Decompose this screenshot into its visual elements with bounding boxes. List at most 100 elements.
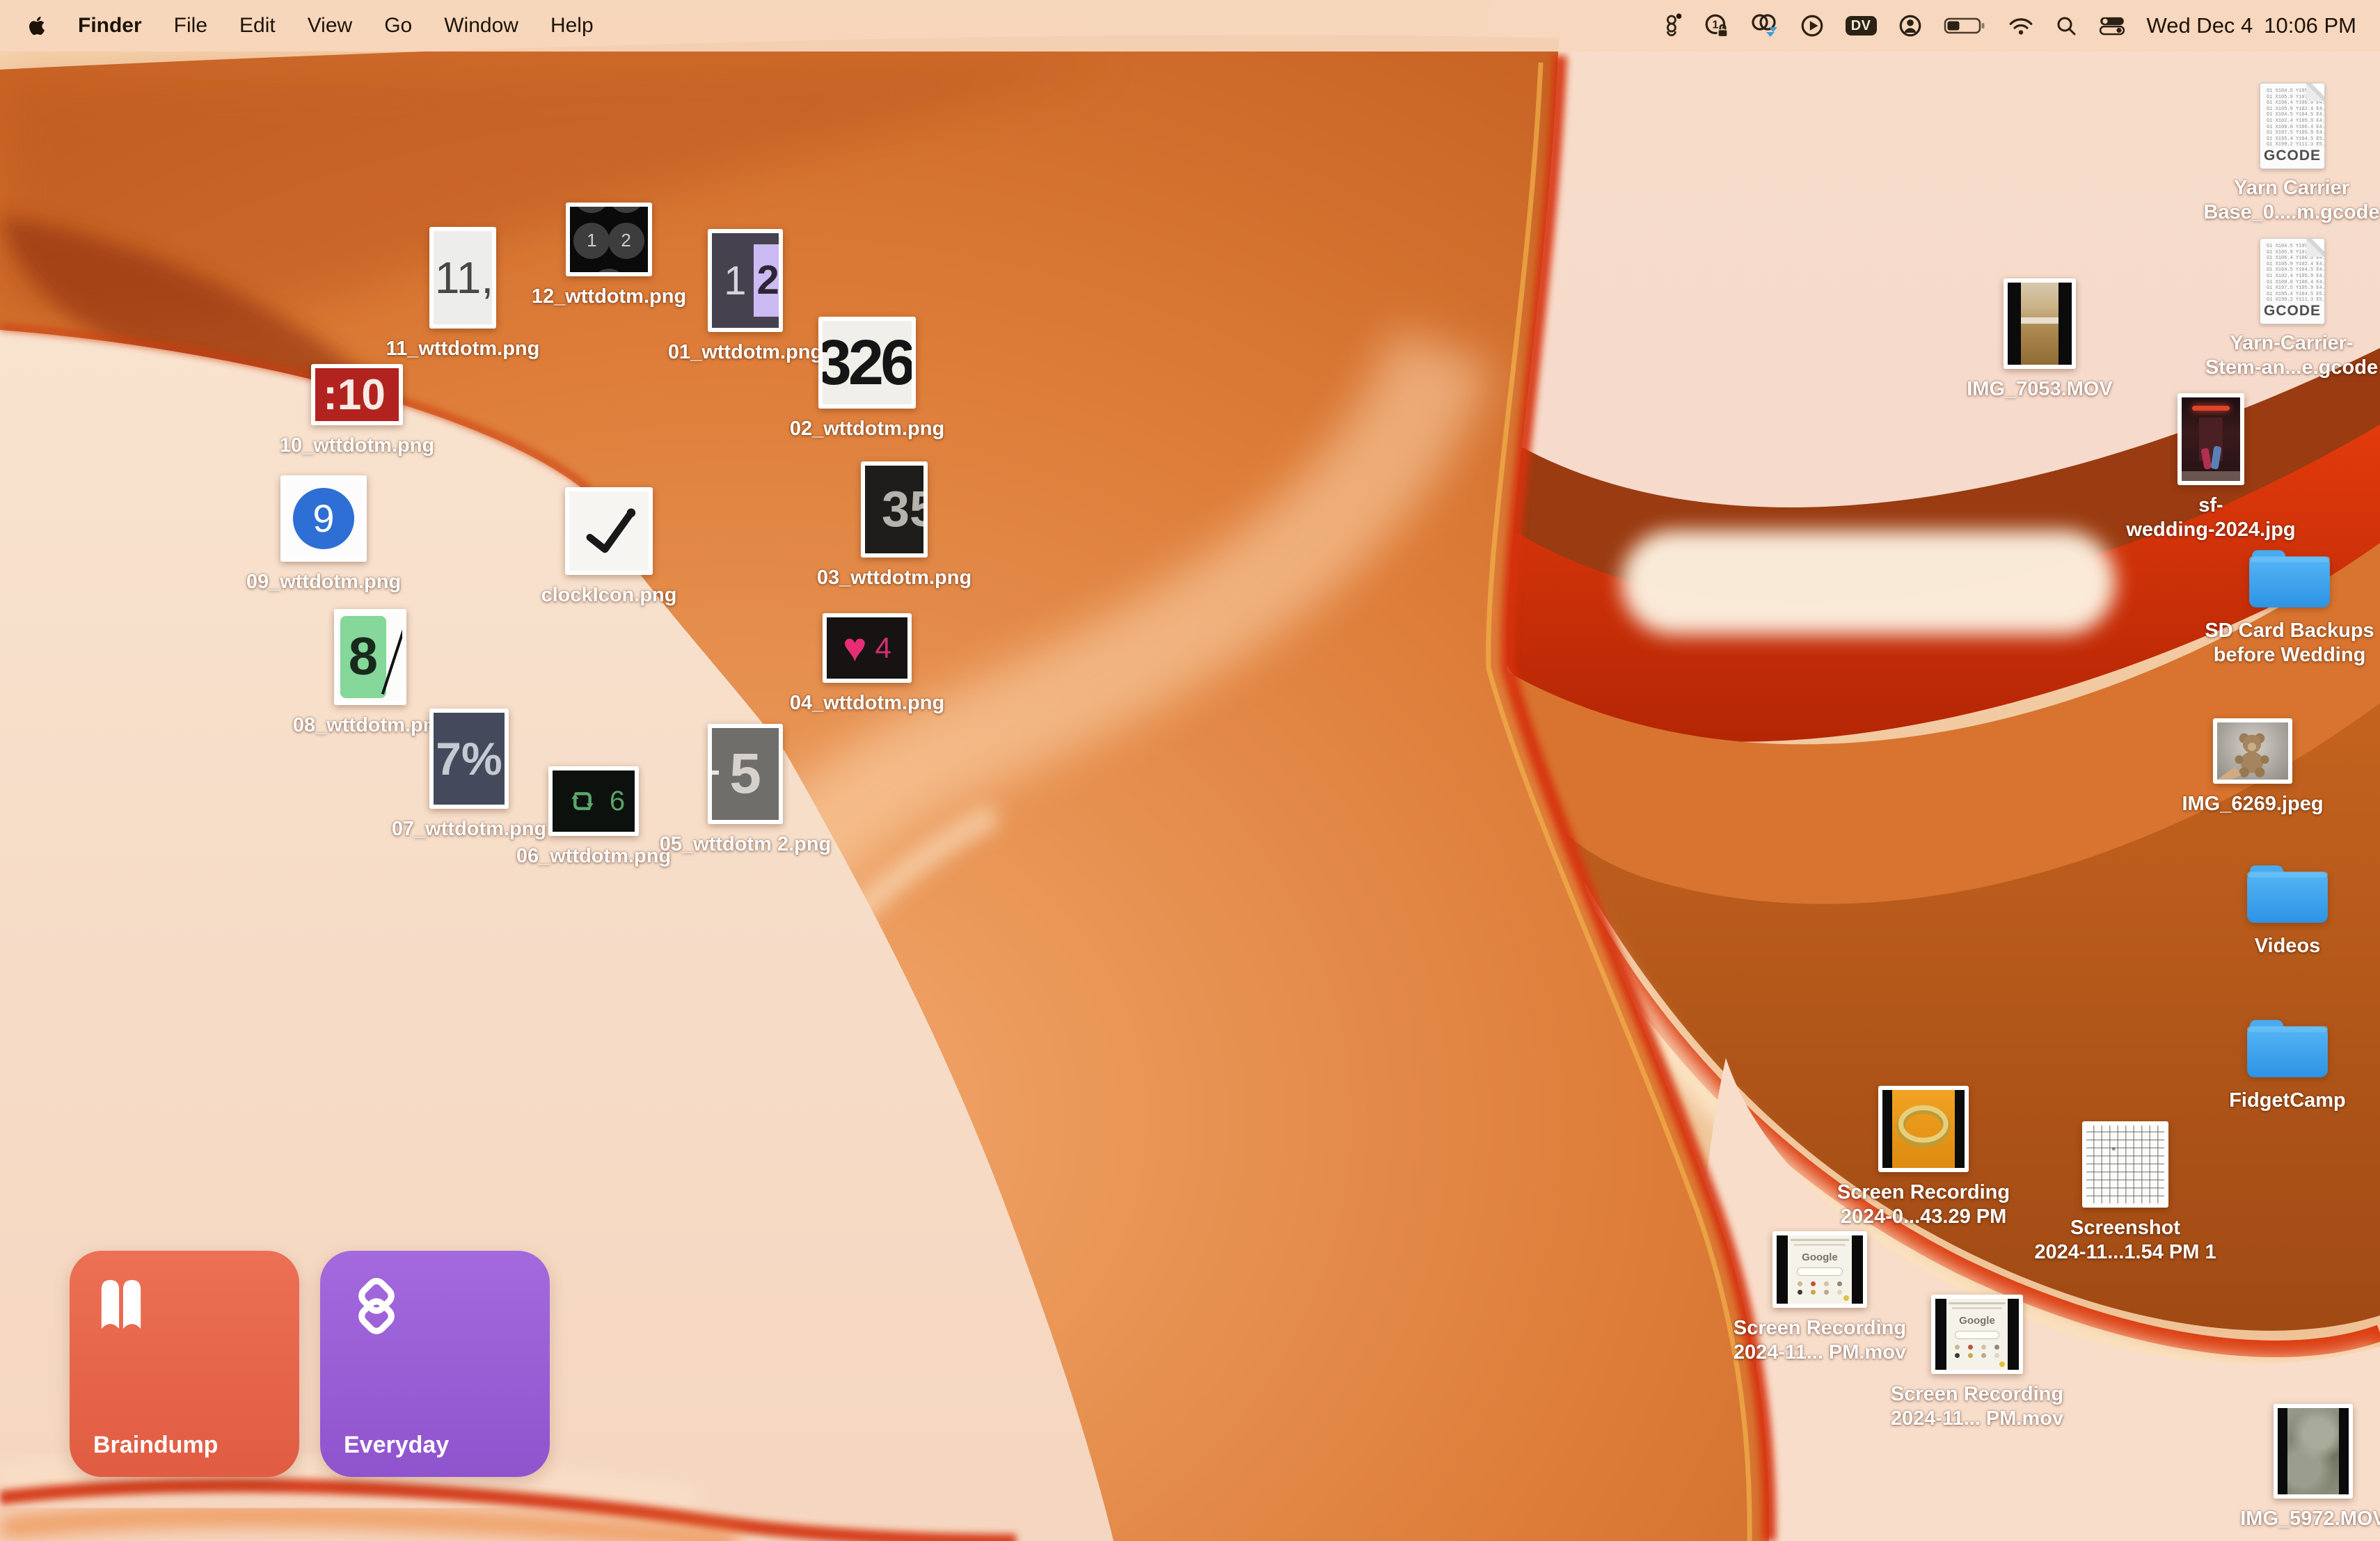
menu-time: 10:06 PM <box>2264 13 2356 38</box>
menu-clock[interactable]: Wed Dec 4 10:06 PM <box>2147 13 2356 38</box>
google-logo-text: Google <box>1802 1251 1838 1263</box>
file-label: SD Card Backupsbefore Wedding <box>2205 619 2374 667</box>
file-thumbnail <box>2082 1121 2168 1208</box>
file-label-line: 02_wttdotm.png <box>790 417 944 441</box>
thumbnail-text: 1 <box>724 258 746 304</box>
play-circle-icon[interactable] <box>1800 13 1825 38</box>
file-clockIcon_png[interactable]: clockIcon.png <box>498 487 720 608</box>
thumbnail-text-2: 2 <box>757 257 779 303</box>
file-label-line: 10_wttdotm.png <box>280 434 434 458</box>
gcode-line: G1 X195.4 Y104.5 E5.095 <box>2267 136 2324 143</box>
thumbnail-text: 35 <box>882 481 928 538</box>
google-logo-text: Google <box>1959 1315 1995 1327</box>
file-IMG_5972_MOV[interactable]: IMG_5972.MOV <box>2202 1404 2380 1531</box>
file-label: 05_wttdotm 2.png <box>660 832 832 857</box>
file-screen_recording_4329[interactable]: Screen Recording2024-0...43.29 PM <box>1812 1086 2035 1229</box>
file-label: IMG_6269.jpeg <box>2182 792 2323 816</box>
dv-badge[interactable]: DV <box>1846 16 1877 35</box>
file-screenshot_154[interactable]: Screenshot2024-11...1.54 PM 1 <box>2014 1121 2237 1265</box>
file-09_wttdotm_png[interactable]: 9 09_wttdotm.png <box>212 475 435 594</box>
file-label-line: IMG_6269.jpeg <box>2182 792 2323 816</box>
sync-rings-icon[interactable] <box>1750 13 1779 39</box>
file-thumbnail: 8 <box>334 609 406 705</box>
google-page: Google <box>1946 1299 2008 1370</box>
file-label: Screenshot2024-11...1.54 PM 1 <box>2034 1216 2216 1265</box>
pattern-grid <box>2086 1125 2164 1203</box>
widget-everyday[interactable]: Everyday <box>320 1251 550 1477</box>
thumbnail-panel: 8 <box>340 616 386 698</box>
onepassword-icon[interactable]: 1 <box>1704 13 1729 38</box>
gcode-document-icon: G1 X104.5 Y195.4G1 X105.9 Y197.5G1 X106.… <box>2260 238 2325 324</box>
file-label-line: Yarn Carrier <box>2203 176 2379 200</box>
google-page: Google <box>1788 1235 1852 1304</box>
file-05_wttdotm_2_png[interactable]: 5 05_wttdotm 2.png <box>634 724 857 857</box>
menu-window[interactable]: Window <box>444 14 518 38</box>
thumbnail-text: 11, <box>435 252 493 303</box>
book-icon <box>97 1276 145 1336</box>
gcode-badge: GCODE <box>2260 303 2324 319</box>
menu-edit[interactable]: Edit <box>239 14 276 38</box>
menu-app-name[interactable]: Finder <box>78 14 142 38</box>
file-label: 02_wttdotm.png <box>790 417 944 441</box>
spotlight-search-icon[interactable] <box>2055 15 2077 37</box>
menu-go[interactable]: Go <box>384 14 412 38</box>
file-label: Screen Recording2024-11... PM.mov <box>1891 1382 2063 1431</box>
file-thumbnail: Google <box>1931 1295 2023 1374</box>
folder-icon <box>2244 1015 2331 1080</box>
account-icon[interactable] <box>1898 13 1923 38</box>
file-label: sf-wedding-2024.jpg <box>2126 493 2295 542</box>
file-label: Videos <box>2255 934 2321 958</box>
file-IMG_6269_jpeg[interactable]: IMG_6269.jpeg <box>2141 718 2364 816</box>
file-thumbnail <box>2244 1015 2331 1080</box>
file-IMG_7053_MOV[interactable]: IMG_7053.MOV <box>1928 278 2151 402</box>
file-folder_sd_card_backups[interactable]: SD Card Backupsbefore Wedding <box>2178 545 2380 667</box>
neon-sign <box>2192 406 2230 411</box>
menu-bar: Finder File Edit View Go Window Help 1 <box>0 0 2380 52</box>
gcode-line: G1 X104.5 Y104.5 E4.207 <box>2267 112 2324 118</box>
gcode-line: G1 X195.4 Y104.5 E5.095 <box>2267 292 2324 298</box>
widget-braindump[interactable]: Braindump <box>70 1251 299 1477</box>
file-sf_wedding_2024_jpg[interactable]: sf-wedding-2024.jpg <box>2100 393 2322 542</box>
file-label: IMG_5972.MOV <box>2240 1507 2380 1531</box>
file-label-line: 2024-11...1.54 PM 1 <box>2034 1240 2216 1265</box>
file-label: FidgetCamp <box>2229 1089 2346 1113</box>
file-folder_fidgetcamp[interactable]: FidgetCamp <box>2176 1015 2380 1113</box>
file-label-line: 05_wttdotm 2.png <box>660 832 832 857</box>
control-center-icon[interactable] <box>2098 15 2126 36</box>
file-thumbnail: 9 <box>280 475 367 562</box>
apple-logo-icon[interactable] <box>28 15 46 36</box>
gcode-line: G1 X197.5 Y105.9 E4.923 <box>2267 130 2324 136</box>
file-label-line: SD Card Backups <box>2205 619 2374 643</box>
gcode-line: G1 X102.4 Y105.9 E4.571 <box>2267 274 2324 280</box>
file-04_wttdotm_png[interactable]: ♥ 4 04_wttdotm.png <box>756 613 978 716</box>
file-yarn_carrier_base_gcode[interactable]: G1 X104.5 Y195.4G1 X105.9 Y197.5G1 X106.… <box>2180 83 2380 225</box>
menu-help[interactable]: Help <box>550 14 594 38</box>
gcode-line: G1 X100.0 Y106.4 E4.746 <box>2267 280 2324 286</box>
file-screen_recording_b[interactable]: Google Screen Recording2024-11... PM.mov <box>1866 1295 2088 1431</box>
file-label-line: Screen Recording <box>1837 1180 2010 1205</box>
gcode-badge: GCODE <box>2260 148 2324 164</box>
file-folder_videos[interactable]: Videos <box>2176 860 2380 958</box>
file-label-line: sf- <box>2126 493 2295 518</box>
file-label-line: Yarn-Carrier- <box>2205 331 2378 356</box>
file-label-line: 11_wttdotm.png <box>386 337 540 361</box>
thumbnail-highlight-bar: 2 <box>754 244 783 316</box>
figma-icon[interactable] <box>1662 13 1683 38</box>
file-03_wttdotm_png[interactable]: 35 03_wttdotm.png <box>783 461 1006 590</box>
file-thumbnail: 11, <box>429 227 496 329</box>
file-10_wttdotm_png[interactable]: :10 10_wttdotm.png <box>246 364 468 458</box>
menu-file[interactable]: File <box>174 14 207 38</box>
file-thumbnail <box>2177 393 2244 485</box>
file-yarn_carrier_stem_gcode[interactable]: G1 X104.5 Y195.4G1 X105.9 Y197.5G1 X106.… <box>2180 238 2380 380</box>
menu-view[interactable]: View <box>308 14 352 38</box>
gcode-line: G1 X100.0 Y106.4 E4.746 <box>2267 125 2324 131</box>
battery-icon[interactable] <box>1944 15 1987 36</box>
file-thumbnail: 6 <box>548 766 639 836</box>
file-label-line: 2024-0...43.29 PM <box>1837 1205 2010 1229</box>
file-02_wttdotm_png[interactable]: 326 02_wttdotm.png <box>756 317 978 441</box>
file-label-line: 09_wttdotm.png <box>246 570 401 594</box>
file-label-line: wedding-2024.jpg <box>2126 518 2295 542</box>
photo-wedding <box>2182 397 2240 481</box>
wifi-icon[interactable] <box>2008 15 2034 36</box>
thumbnail-circle: 9 <box>293 488 354 548</box>
